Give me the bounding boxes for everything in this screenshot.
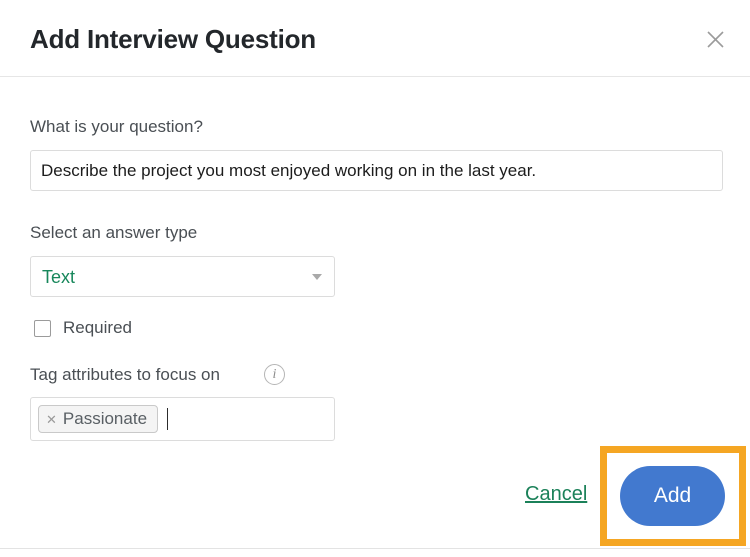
required-checkbox-row[interactable]: Required	[34, 317, 132, 339]
tag-label: Passionate	[62, 409, 148, 428]
answer-type-select[interactable]: Text	[30, 256, 335, 297]
chevron-down-icon	[312, 274, 322, 280]
cancel-button[interactable]: Cancel	[525, 483, 587, 506]
answer-type-label: Select an answer type	[30, 223, 198, 242]
add-button[interactable]: Add	[620, 466, 725, 526]
text-cursor	[167, 408, 169, 430]
tag-attributes-input[interactable]: ✕ Passionate	[30, 397, 335, 441]
question-input[interactable]	[30, 150, 723, 191]
add-interview-question-modal: Add Interview Question What is your ques…	[0, 0, 750, 557]
answer-type-value: Text	[42, 267, 76, 287]
tag-pill: ✕ Passionate	[38, 405, 159, 433]
tag-attributes-label: Tag attributes to focus on	[30, 365, 220, 384]
page-title: Add Interview Question	[30, 24, 316, 54]
info-icon[interactable]: i	[264, 364, 285, 385]
close-icon[interactable]	[698, 22, 732, 56]
tag-remove-icon[interactable]: ✕	[46, 413, 57, 426]
required-label: Required	[63, 318, 132, 337]
modal-header: Add Interview Question	[0, 0, 750, 77]
question-label: What is your question?	[30, 117, 203, 136]
required-checkbox[interactable]	[34, 319, 51, 337]
bottom-divider	[0, 548, 750, 549]
